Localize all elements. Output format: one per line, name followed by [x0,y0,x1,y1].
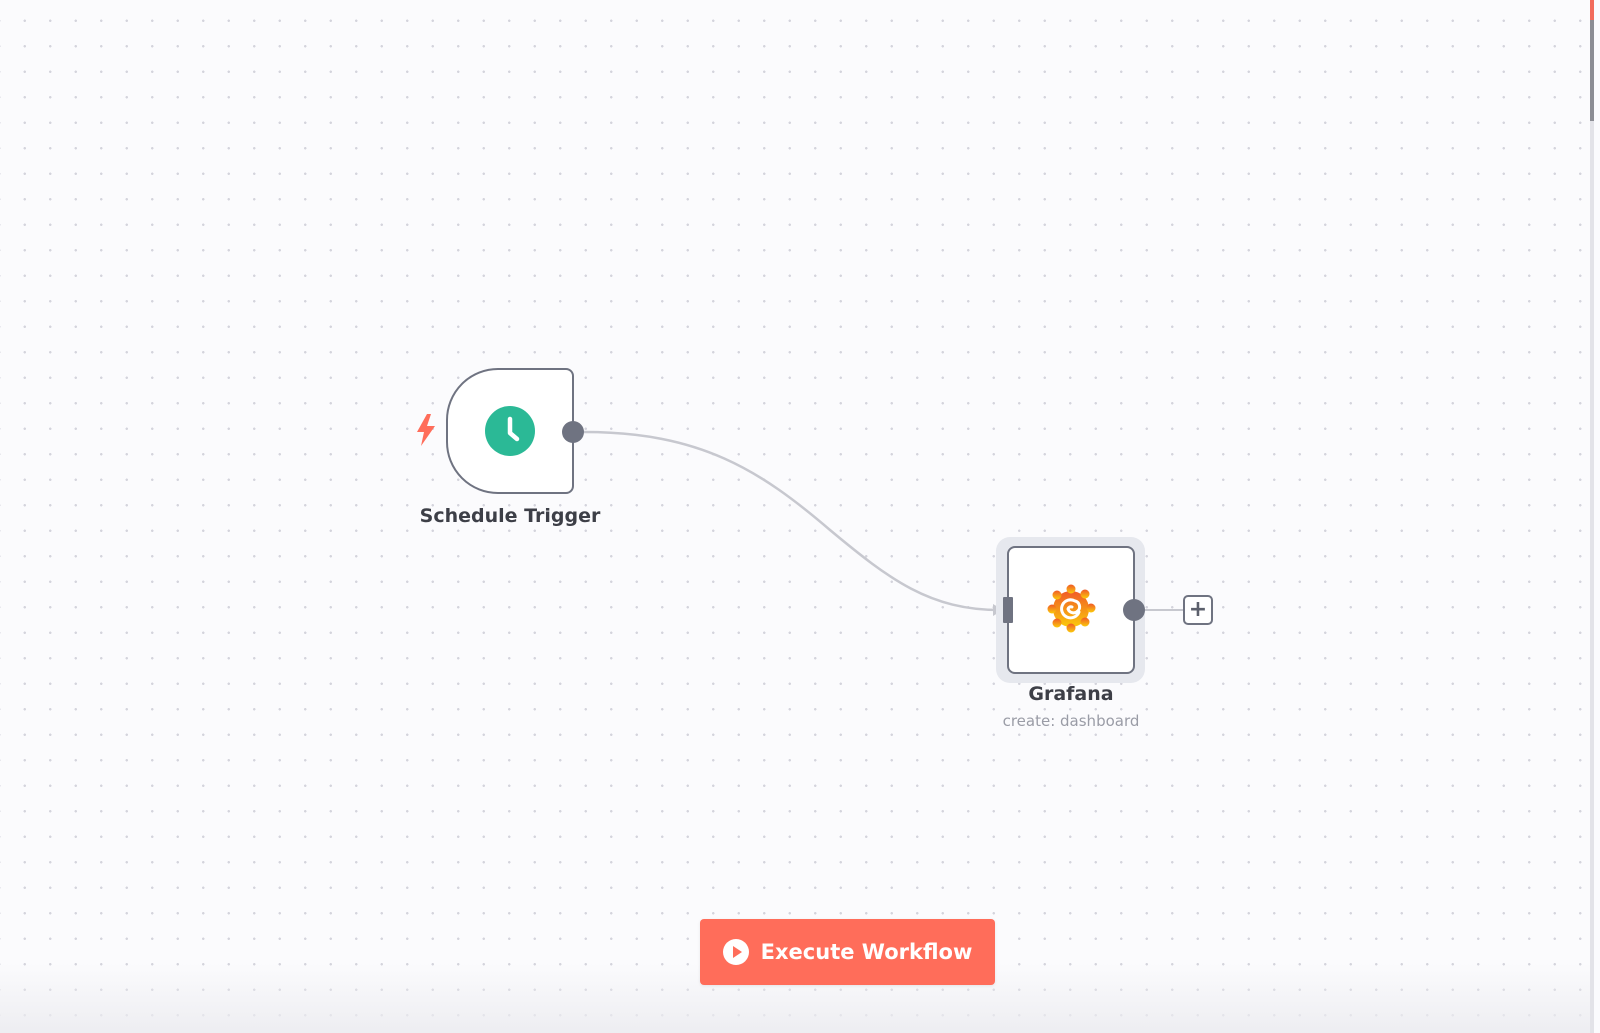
grafana-label: Grafana [1028,683,1114,705]
grafana-input-handle[interactable] [1003,597,1013,623]
schedule-trigger-label: Schedule Trigger [419,505,601,527]
workflow-canvas[interactable]: Schedule Trigger + Grafana create: dashb… [0,0,1590,1033]
schedule-trigger-output-handle[interactable] [562,421,584,443]
grafana-output-handle[interactable] [1123,599,1145,621]
vertical-scrollbar-thumb[interactable] [1590,18,1594,121]
connection-edge[interactable] [583,430,1001,612]
connections-layer [583,430,1184,616]
schedule-trigger-node[interactable] [446,368,574,494]
trigger-bolt-icon [415,414,437,450]
add-node-button[interactable]: + [1183,595,1213,625]
grafana-subtitle: create: dashboard [1002,712,1140,730]
execute-workflow-label: Execute Workflow [760,940,973,964]
plus-icon: + [1188,597,1208,622]
play-circle-icon [722,939,749,965]
grafana-logo-icon [1045,582,1097,638]
grafana-node[interactable] [1007,546,1135,674]
clock-icon [485,406,535,456]
scrollbar-accent-marker [1590,0,1594,20]
vertical-scrollbar-track[interactable] [1590,0,1594,1033]
execute-workflow-button[interactable]: Execute Workflow [700,919,995,985]
